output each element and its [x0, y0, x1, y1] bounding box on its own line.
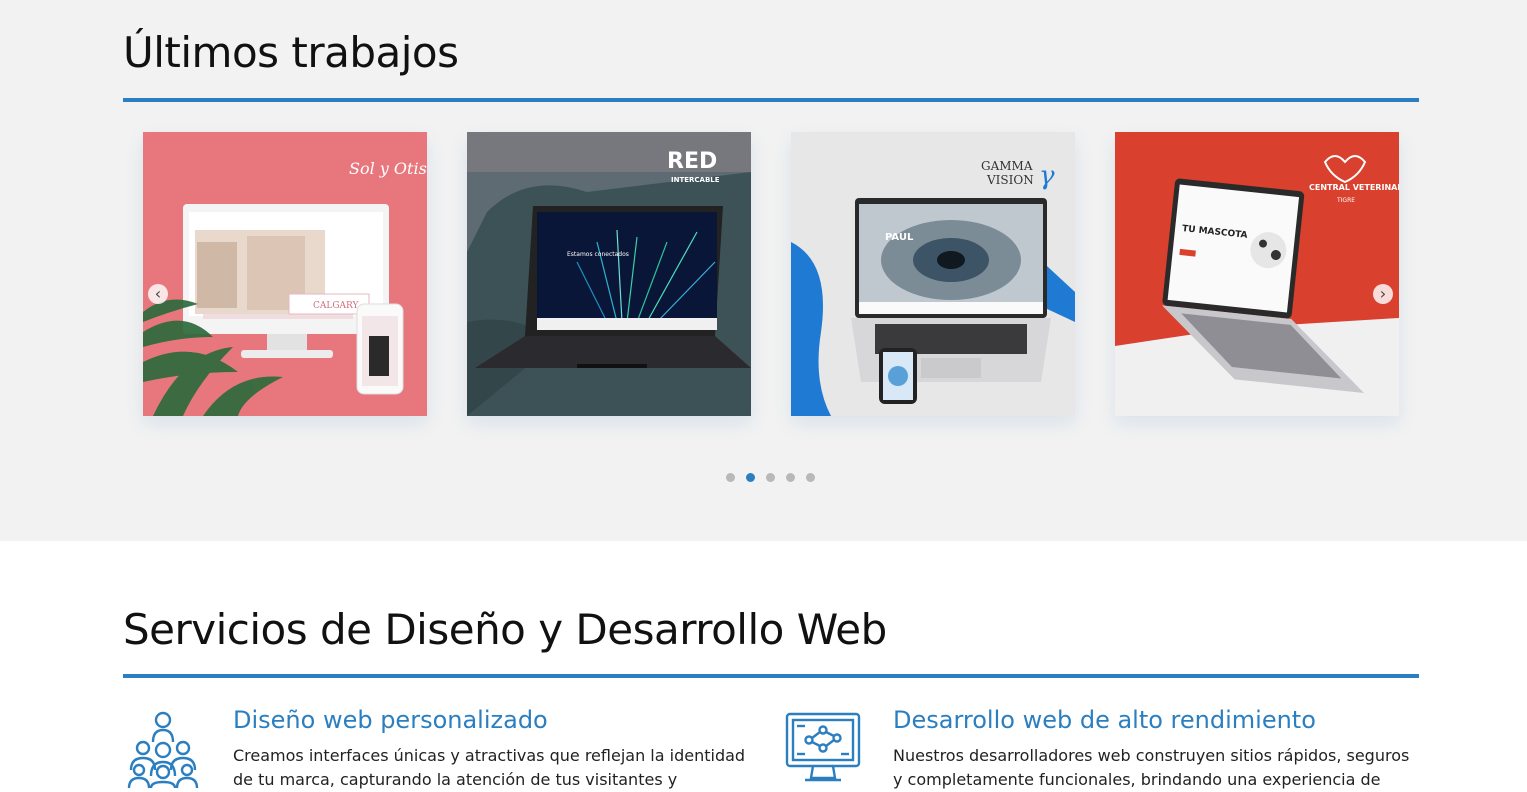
- services-title: Servicios de Diseño y Desarrollo Web: [123, 605, 887, 654]
- works-carousel: Sol y Otis CALGARY RED INTERCABLE Estamo…: [123, 120, 1419, 440]
- work-image-central-veterinaria: CENTRAL VETERINARIA TIGRE TU MASCOTA: [1115, 132, 1399, 416]
- work-card-sol-y-otis[interactable]: Sol y Otis CALGARY: [143, 132, 427, 416]
- title-underline: [123, 98, 1419, 102]
- work-image-gamma-vision: GAMMA VISION γ PAUL: [791, 132, 1075, 416]
- brand-logo-central-veterinaria: CENTRAL VETERINARIA: [1309, 183, 1399, 192]
- carousel-prev-button[interactable]: ‹: [148, 284, 168, 304]
- chevron-left-icon: ‹: [154, 284, 162, 303]
- carousel-dot-1[interactable]: [726, 473, 735, 482]
- screen-text-estamos: Estamos conectados: [567, 251, 629, 258]
- gamma-symbol-icon: γ: [1039, 161, 1055, 191]
- brand-sub-intercable: INTERCABLE: [671, 176, 720, 184]
- chevron-right-icon: ›: [1379, 284, 1387, 303]
- carousel-dot-4[interactable]: [786, 473, 795, 482]
- brand-logo-red: RED: [667, 149, 717, 174]
- work-image-sol-y-otis: Sol y Otis CALGARY: [143, 132, 427, 416]
- title-underline: [123, 674, 1419, 678]
- screen-text-paul: PAUL: [885, 232, 914, 243]
- monitor-network-icon: [783, 708, 863, 788]
- service-title-custom-design: Diseño web personalizado: [233, 706, 548, 734]
- latest-works-section: Últimos trabajos Sol y Otis CALGARY RED …: [0, 0, 1527, 541]
- latest-works-title: Últimos trabajos: [123, 28, 459, 77]
- brand-logo-gamma: GAMMA: [981, 159, 1033, 173]
- work-card-red-intercable[interactable]: RED INTERCABLE Estamos conectados: [467, 132, 751, 416]
- carousel-pagination: [726, 473, 815, 482]
- work-image-red-intercable: RED INTERCABLE Estamos conectados: [467, 132, 751, 416]
- carousel-next-button[interactable]: ›: [1373, 284, 1393, 304]
- carousel-dot-3[interactable]: [766, 473, 775, 482]
- work-card-gamma-vision[interactable]: GAMMA VISION γ PAUL: [791, 132, 1075, 416]
- work-card-central-veterinaria[interactable]: CENTRAL VETERINARIA TIGRE TU MASCOTA: [1115, 132, 1399, 416]
- service-title-high-performance: Desarrollo web de alto rendimiento: [893, 706, 1316, 734]
- team-people-icon: [123, 708, 203, 789]
- carousel-dot-5[interactable]: [806, 473, 815, 482]
- brand-sub-vision: VISION: [986, 173, 1034, 187]
- carousel-dot-2[interactable]: [746, 473, 755, 482]
- brand-sub-tigre: TIGRE: [1336, 197, 1355, 204]
- brand-logo-sol-y-otis: Sol y Otis: [349, 159, 427, 178]
- screen-text-calgary: CALGARY: [313, 301, 360, 311]
